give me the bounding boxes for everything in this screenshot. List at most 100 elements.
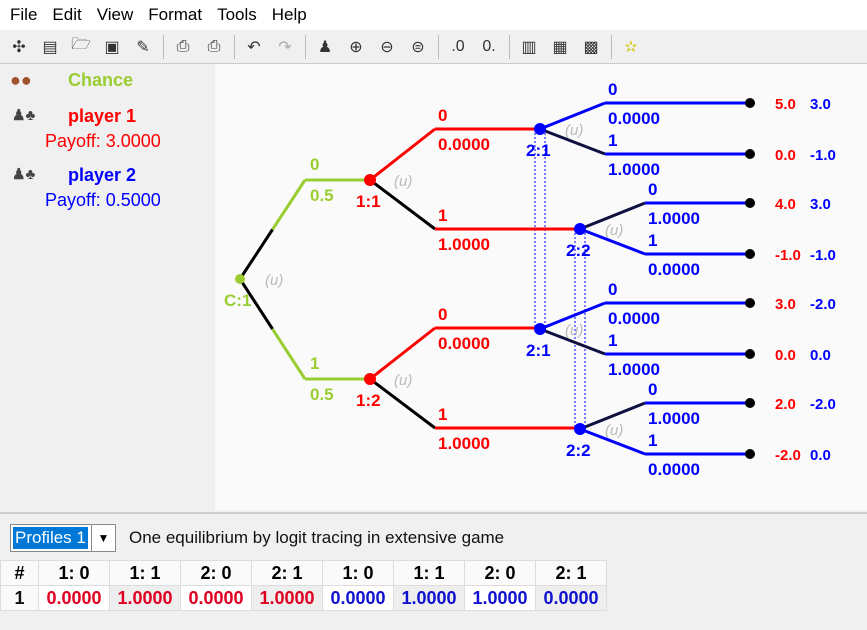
player2-node[interactable] bbox=[534, 323, 546, 335]
node-label: 2:2 bbox=[566, 441, 591, 460]
branch-action-label: 1 bbox=[608, 331, 617, 350]
branch-action-label: 0 bbox=[438, 305, 447, 324]
branch-prob-label: 0.5 bbox=[310, 186, 334, 205]
belief-label: (u) bbox=[605, 222, 623, 239]
payoff-player2: 0.0 bbox=[810, 447, 831, 464]
branch-action-label: 1 bbox=[608, 131, 617, 150]
branch-prob-label: 1.0000 bbox=[438, 434, 490, 453]
terminal-node[interactable] bbox=[745, 298, 755, 308]
payoff-player1: 0.0 bbox=[775, 147, 796, 164]
player2-node[interactable] bbox=[574, 223, 586, 235]
branch-prob-label: 0.0000 bbox=[438, 135, 490, 154]
terminal-node[interactable] bbox=[745, 98, 755, 108]
terminal-node[interactable] bbox=[745, 198, 755, 208]
profile-cell: 0.0000 bbox=[180, 585, 252, 611]
profile-cell: 1.0000 bbox=[393, 585, 465, 611]
payoff-player2: 0.0 bbox=[810, 347, 831, 364]
payoff-player1: 3.0 bbox=[775, 296, 796, 313]
payoff-player1: 4.0 bbox=[775, 196, 796, 213]
branch-action-label: 0 bbox=[310, 155, 319, 174]
payoff-player1: 2.0 bbox=[775, 396, 796, 413]
payoff-player1: -1.0 bbox=[775, 247, 801, 264]
branch-action-label: 0 bbox=[648, 180, 657, 199]
player1-node[interactable] bbox=[364, 174, 376, 186]
column-header[interactable]: 2: 0 bbox=[180, 560, 252, 586]
chance-node[interactable] bbox=[235, 274, 245, 284]
terminal-node[interactable] bbox=[745, 449, 755, 459]
branch-prob-label: 0.5 bbox=[310, 385, 334, 404]
payoff-player2: -2.0 bbox=[810, 296, 836, 313]
profiles-selected: Profiles 1 bbox=[13, 527, 88, 549]
profiles-panel: Profiles 1 ▼ One equilibrium by logit tr… bbox=[0, 512, 867, 630]
branch-prob-label: 0.0000 bbox=[648, 260, 700, 279]
branch-prob-label: 0.0000 bbox=[648, 460, 700, 479]
branch-prob-label: 1.0000 bbox=[648, 409, 700, 428]
row-number: 1 bbox=[0, 585, 39, 611]
branch-prob-label: 0.0000 bbox=[608, 309, 660, 328]
payoff-player2: -1.0 bbox=[810, 147, 836, 164]
payoff-player1: -2.0 bbox=[775, 447, 801, 464]
node-label: 2:2 bbox=[566, 241, 591, 260]
column-header[interactable]: 1: 1 bbox=[393, 560, 465, 586]
branch-action-label: 1 bbox=[648, 231, 657, 250]
branch-action-label: 0 bbox=[608, 280, 617, 299]
branch-prob-label: 1.0000 bbox=[608, 360, 660, 379]
branch-action-label: 1 bbox=[438, 206, 447, 225]
column-header[interactable]: 1: 1 bbox=[109, 560, 181, 586]
chevron-down-icon[interactable]: ▼ bbox=[91, 525, 115, 551]
profile-cell: 0.0000 bbox=[38, 585, 110, 611]
game-tree-canvas[interactable]: 0 0.5 1 0.5 C:1 (u) 0 0.0000 1 1.0000 1:1 (u) 0 0.000… bbox=[215, 64, 867, 510]
terminal-node[interactable] bbox=[745, 249, 755, 259]
belief-label: (u) bbox=[394, 372, 412, 389]
column-header[interactable]: 2: 1 bbox=[251, 560, 323, 586]
node-label: C:1 bbox=[224, 291, 251, 310]
profile-cell: 1.0000 bbox=[464, 585, 536, 611]
column-header[interactable]: # bbox=[0, 560, 39, 586]
profile-description: One equilibrium by logit tracing in exte… bbox=[129, 528, 505, 547]
payoff-player2: 3.0 bbox=[810, 96, 831, 113]
player2-node[interactable] bbox=[534, 123, 546, 135]
belief-label: (u) bbox=[565, 122, 583, 139]
branch-action-label: 1 bbox=[310, 354, 319, 373]
branch-action-label: 0 bbox=[648, 380, 657, 399]
chance-branch bbox=[271, 328, 307, 380]
belief-label: (u) bbox=[605, 422, 623, 439]
belief-label: (u) bbox=[265, 272, 283, 289]
terminal-node[interactable] bbox=[745, 149, 755, 159]
player2-node[interactable] bbox=[574, 423, 586, 435]
branch-action-label: 0 bbox=[608, 80, 617, 99]
terminal-node[interactable] bbox=[745, 349, 755, 359]
profile-cell: 0.0000 bbox=[322, 585, 394, 611]
payoff-player2: -1.0 bbox=[810, 247, 836, 264]
belief-label: (u) bbox=[394, 173, 412, 190]
game-tree[interactable]: 00.510.5C:1(u)00.000011.00001:1(u)00.000… bbox=[0, 0, 867, 510]
branch-prob-label: 1.0000 bbox=[608, 160, 660, 179]
node-label: 2:1 bbox=[526, 341, 551, 360]
profiles-table: #1: 0 1: 1 2: 0 2: 1 1: 0 1: 1 2: 0 2: 1 1 0.0000… bbox=[0, 560, 607, 611]
payoff-player1: 5.0 bbox=[775, 96, 796, 113]
node-label: 1:1 bbox=[356, 192, 381, 211]
payoff-player2: 3.0 bbox=[810, 196, 831, 213]
branch-prob-label: 1.0000 bbox=[648, 209, 700, 228]
branch-action-label: 1 bbox=[648, 431, 657, 450]
chance-branch bbox=[271, 179, 307, 231]
payoff-player1: 0.0 bbox=[775, 347, 796, 364]
column-header[interactable]: 2: 1 bbox=[535, 560, 607, 586]
column-header[interactable]: 1: 0 bbox=[322, 560, 394, 586]
column-header[interactable]: 2: 0 bbox=[464, 560, 536, 586]
node-label: 1:2 bbox=[356, 391, 381, 410]
profile-cell: 1.0000 bbox=[109, 585, 181, 611]
profiles-dropdown[interactable]: Profiles 1 ▼ bbox=[10, 524, 116, 552]
player1-node[interactable] bbox=[364, 373, 376, 385]
branch-action-label: 1 bbox=[438, 405, 447, 424]
profile-cell: 1.0000 bbox=[251, 585, 323, 611]
branch-prob-label: 1.0000 bbox=[438, 235, 490, 254]
terminal-node[interactable] bbox=[745, 398, 755, 408]
branch-action-label: 0 bbox=[438, 106, 447, 125]
profile-cell: 0.0000 bbox=[535, 585, 607, 611]
branch-prob-label: 0.0000 bbox=[608, 109, 660, 128]
branch-prob-label: 0.0000 bbox=[438, 334, 490, 353]
payoff-player2: -2.0 bbox=[810, 396, 836, 413]
column-header[interactable]: 1: 0 bbox=[38, 560, 110, 586]
table-row[interactable]: 1 0.0000 1.0000 0.0000 1.0000 0.0000 1.0000 1.0… bbox=[0, 585, 607, 611]
